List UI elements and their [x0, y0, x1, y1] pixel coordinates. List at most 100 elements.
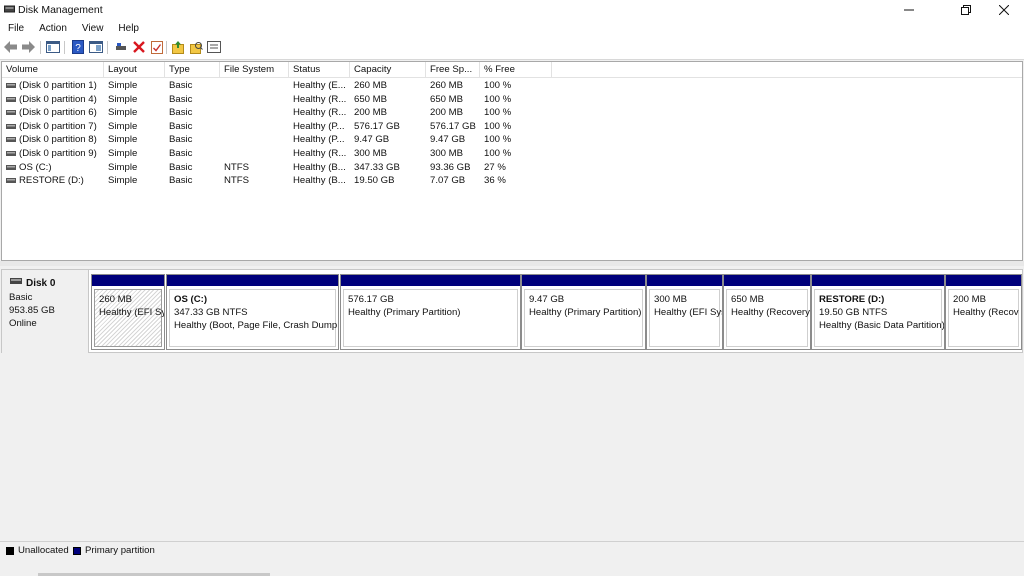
column-header-file-system[interactable]: File System	[220, 62, 289, 77]
table-cell: Basic	[169, 120, 193, 132]
legend-primary-partition: Primary partition	[73, 545, 155, 556]
more-properties-button[interactable]	[207, 40, 221, 54]
help-button[interactable]: ?	[71, 40, 85, 54]
console-properties-button[interactable]	[89, 40, 103, 54]
table-cell: (Disk 0 partition 7)	[19, 120, 97, 132]
table-cell: 27 %	[484, 161, 506, 173]
table-cell: Healthy (R...	[293, 107, 347, 119]
menu-view[interactable]: View	[74, 20, 111, 37]
partition-recovery-200mb[interactable]: 200 MB Healthy (Recov	[945, 274, 1022, 350]
column-header-layout[interactable]: Layout	[104, 62, 165, 77]
table-cell: NTFS	[224, 175, 250, 187]
help-icon: ?	[72, 40, 84, 54]
table-cell: Healthy (P...	[293, 134, 345, 146]
table-cell: 650 MB	[354, 93, 388, 105]
partition-status: Healthy (Boot, Page File, Crash Dump,	[174, 320, 339, 331]
status-bar	[0, 558, 1024, 576]
column-header-capacity[interactable]: Capacity	[350, 62, 426, 77]
column-header-volume[interactable]: Volume	[2, 62, 104, 77]
column-header-type[interactable]: Type	[165, 62, 220, 77]
table-row[interactable]: (Disk 0 partition 6) Simple Basic Healthy (…	[2, 106, 1022, 119]
partition-os-c[interactable]: OS (C:) 347.33 GB NTFS Healthy (Boot, Pa…	[166, 274, 339, 350]
volume-list-header: Volume Layout Type File System Status Ca…	[2, 62, 1022, 78]
column-header-status[interactable]: Status	[289, 62, 350, 77]
table-cell: Simple	[108, 107, 138, 119]
partition-size: 300 MB	[654, 294, 688, 305]
table-row[interactable]: (Disk 0 partition 8) Simple Basic Healthy (…	[2, 133, 1022, 146]
table-row[interactable]: (Disk 0 partition 7) Simple Basic Healthy (…	[2, 120, 1022, 133]
disk-0-label[interactable]: Disk 0 Basic 953.85 GB Online	[2, 270, 89, 353]
back-button[interactable]	[4, 40, 18, 54]
menu-file[interactable]: File	[0, 20, 31, 37]
console-properties-icon	[89, 41, 103, 53]
table-cell: 9.47 GB	[354, 134, 390, 146]
partition-status: Healthy (Recov	[953, 307, 1019, 318]
menu-action[interactable]: Action	[31, 20, 74, 37]
table-cell: Basic	[169, 134, 193, 146]
table-cell: OS (C:)	[19, 161, 52, 173]
table-cell: (Disk 0 partition 8)	[19, 134, 97, 146]
primary-partition-bar	[647, 275, 722, 286]
table-cell: Healthy (P...	[293, 120, 345, 132]
show-hide-console-tree-button[interactable]	[46, 40, 60, 54]
partition-efi-300mb[interactable]: 300 MB Healthy (EFI Sys	[646, 274, 723, 350]
table-row[interactable]: (Disk 0 partition 9) Simple Basic Healthy (…	[2, 147, 1022, 160]
table-cell: (Disk 0 partition 1)	[19, 80, 97, 91]
table-cell: 9.47 GB	[430, 134, 466, 146]
table-cell: Simple	[108, 134, 138, 146]
table-cell: 200 MB	[430, 107, 464, 119]
partition-status: Healthy (Primary Partition)	[529, 307, 642, 318]
partition-status: Healthy (Primary Partition)	[348, 307, 461, 318]
legend: Unallocated Primary partition	[0, 541, 1024, 558]
minimize-icon	[904, 9, 914, 11]
console-tree-icon	[46, 41, 60, 53]
partition-recovery-650mb[interactable]: 650 MB Healthy (Recovery	[723, 274, 811, 350]
table-cell: Simple	[108, 93, 138, 105]
table-cell: 300 MB	[430, 148, 464, 159]
table-cell: Basic	[169, 80, 193, 91]
table-cell: 100 %	[484, 120, 512, 132]
table-cell: 300 MB	[354, 148, 388, 159]
partition-efi-260mb[interactable]: 260 MB Healthy (EFI Sy	[91, 274, 165, 350]
table-row[interactable]: (Disk 0 partition 1) Simple Basic Healthy (…	[2, 79, 1022, 92]
partition-size: 260 MB	[99, 294, 133, 305]
table-cell: 576.17 GB	[430, 120, 476, 132]
partition-576gb[interactable]: 576.17 GB Healthy (Primary Partition)	[340, 274, 521, 350]
properties-button[interactable]	[150, 40, 164, 54]
table-cell: 100 %	[484, 148, 512, 159]
table-row[interactable]: (Disk 0 partition 4) Simple Basic Healthy (…	[2, 93, 1022, 106]
column-header-percent-free[interactable]: % Free	[480, 62, 552, 77]
restore-icon	[961, 5, 971, 15]
partition-status: Healthy (Recovery	[731, 307, 810, 318]
table-row[interactable]: OS (C:) Simple Basic NTFS Healthy (B... 347.3…	[2, 161, 1022, 174]
up-folder-button[interactable]	[171, 40, 185, 54]
table-cell: 576.17 GB	[354, 120, 400, 132]
window-title: Disk Management	[18, 4, 103, 16]
partition-size: 19.50 GB NTFS	[819, 307, 888, 318]
table-cell: 100 %	[484, 134, 512, 146]
disk-0-row[interactable]: Disk 0 Basic 953.85 GB Online 260 MB Hea…	[1, 269, 1023, 353]
disk-state: Online	[9, 318, 37, 329]
connect-virtual-disk-button[interactable]	[114, 40, 128, 54]
search-folder-button[interactable]	[189, 40, 203, 54]
toolbar: ?	[0, 37, 1024, 60]
close-button[interactable]	[981, 0, 1024, 20]
partition-restore-d[interactable]: RESTORE (D:) 19.50 GB NTFS Healthy (Basi…	[811, 274, 945, 350]
table-cell: 260 MB	[354, 80, 388, 91]
table-row[interactable]: RESTORE (D:) Simple Basic NTFS Healthy (B...…	[2, 174, 1022, 187]
table-cell: NTFS	[224, 161, 250, 173]
partition-9gb[interactable]: 9.47 GB Healthy (Primary Partition)	[521, 274, 646, 350]
title-bar: Disk Management	[0, 0, 1024, 20]
table-cell: Basic	[169, 175, 193, 187]
delete-button[interactable]	[132, 40, 146, 54]
table-cell: Basic	[169, 161, 193, 173]
minimize-button[interactable]	[886, 0, 932, 20]
menu-help[interactable]: Help	[110, 20, 146, 37]
forward-button[interactable]	[21, 40, 35, 54]
column-header-free-space[interactable]: Free Sp...	[426, 62, 480, 77]
disk-name: Disk 0	[26, 278, 56, 289]
primary-partition-bar	[167, 275, 338, 286]
disk-icon	[10, 278, 22, 284]
partition-size: 347.33 GB NTFS	[174, 307, 248, 318]
table-cell: Simple	[108, 161, 138, 173]
